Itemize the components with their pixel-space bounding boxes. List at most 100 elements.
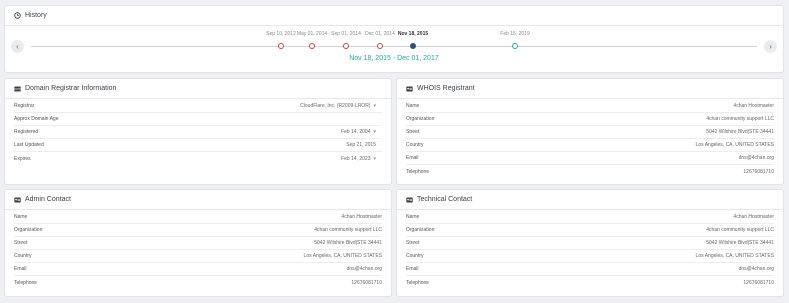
registrar-title: Domain Registrar Information [25,85,117,92]
row-value: 4chan community support LLC [314,227,382,233]
whois-row: Organization 4chan community support LLC [406,113,774,126]
selected-date-range: Nov 18, 2015 - Dec 01, 2017 [349,55,439,62]
admin-row: Name 4chan Hostmaster [14,211,382,224]
caret-down-icon[interactable]: ▾ [373,103,376,109]
admin-row: Email dns@4chan.org [14,263,382,276]
row-value: Feb 14, 2004 [341,129,371,135]
row-value: 4chan Hostmaster [733,103,774,109]
row-label: Registrar [14,103,35,109]
row-value: dns@4chan.org [738,155,774,161]
row-label: Street [14,240,28,246]
row-value: Los Angeles, CA, UNITED STATES [695,142,774,148]
row-label: Name [14,214,28,220]
registrar-row: Expires Feb 14, 2023 ▾ [14,152,382,165]
row-label: Organization [406,227,435,233]
technical-contact-panel: Technical Contact Name 4chan Hostmaster O… [396,189,784,297]
row-label: Street [406,240,420,246]
registrar-row: Registered Feb 14, 2004 ▾ [14,126,382,139]
timeline-date: Sep 10, 2012 [266,31,296,37]
timeline-dot[interactable] [309,43,315,49]
row-value: 5042 Wilshire Blvd|STE 34441 [314,240,382,246]
whois-registrant-panel: WHOIS Registrant Name 4chan Hostmaster Or… [396,78,784,185]
row-value: 12676081710 [743,279,774,286]
admin-header: Admin Contact [5,190,391,210]
row-label: Email [406,155,419,161]
row-label: Telephone [406,279,430,286]
registrar-row: Approx Domain Age [14,113,382,126]
id-card-icon [14,197,21,203]
row-value: Los Angeles, CA, UNITED STATES [303,253,382,259]
whois-row: Name 4chan Hostmaster [406,100,774,113]
admin-contact-panel: Admin Contact Name 4chan Hostmaster Organ… [4,189,392,297]
row-label: Telephone [14,279,38,286]
admin-row: Organization 4chan community support LLC [14,224,382,237]
tech-row: Telephone 12676081710 [406,276,774,289]
history-header: History [5,6,783,26]
row-label: Country [406,142,424,148]
caret-down-icon[interactable]: ▾ [373,129,376,135]
whois-row: Email dns@4chan.org [406,152,774,165]
registrar-panel: Domain Registrar Information Registrar C… [4,78,392,185]
tech-row: Organization 4chan community support LLC [406,224,774,237]
timeline-date: Sep 01, 2014 [331,31,361,37]
row-value: 12676081710 [743,168,774,175]
history-timeline: ‹ › Sep 10, 2012 May 01, 2014 Sep 01, 20… [5,27,783,73]
tech-rows: Name 4chan Hostmaster Organization 4chan c… [397,211,783,289]
row-value: 5042 Wilshire Blvd|STE 34441 [706,129,774,135]
tech-row: Name 4chan Hostmaster [406,211,774,224]
id-card-icon [406,197,413,203]
row-label: Country [406,253,424,259]
registrar-header: Domain Registrar Information [5,79,391,99]
server-icon [14,86,21,92]
row-label: Expires [14,155,31,162]
timeline-next-button[interactable]: › [764,40,777,53]
registrar-rows: Registrar CloudFlare, Inc. (R2009-LROR) ▾… [5,100,391,165]
row-value: dns@4chan.org [738,266,774,272]
history-title: History [25,12,47,19]
admin-title: Admin Contact [25,196,71,203]
row-label: Name [406,214,420,220]
row-value: dns@4chan.org [346,266,382,272]
tech-row: Street 5042 Wilshire Blvd|STE 34441 [406,237,774,250]
timeline-dot[interactable] [343,43,349,49]
admin-rows: Name 4chan Hostmaster Organization 4chan c… [5,211,391,289]
row-label: Organization [14,227,43,233]
tech-row: Country Los Angeles, CA, UNITED STATES [406,250,774,263]
whois-row: Telephone 12676081710 [406,165,774,178]
clock-icon [14,12,21,19]
row-value: 4chan Hostmaster [341,214,382,220]
admin-row: Street 5042 Wilshire Blvd|STE 34441 [14,237,382,250]
timeline-dot-current[interactable] [410,43,416,49]
row-label: Registered [14,129,39,135]
row-value: Sep 21, 2015 [346,142,376,148]
whois-header: WHOIS Registrant [397,79,783,99]
row-label: Organization [406,116,435,122]
id-card-icon [406,86,413,92]
timeline-dot[interactable] [377,43,383,49]
timeline-date-current: Nov 18, 2015 [397,31,429,37]
tech-title: Technical Contact [417,196,473,203]
whois-row: Country Los Angeles, CA, UNITED STATES [406,139,774,152]
whois-row: Street 5042 Wilshire Blvd|STE 34441 [406,126,774,139]
admin-row: Country Los Angeles, CA, UNITED STATES [14,250,382,263]
row-label: Name [406,103,420,109]
history-panel: History ‹ › Sep 10, 2012 May 01, 2014 Se… [4,5,784,73]
caret-down-icon[interactable]: ▾ [373,156,376,162]
row-value: 4chan community support LLC [706,116,774,122]
row-label: Country [14,253,32,259]
row-value: 4chan community support LLC [706,227,774,233]
row-value: Los Angeles, CA, UNITED STATES [695,253,774,259]
whois-rows: Name 4chan Hostmaster Organization 4chan c… [397,100,783,178]
row-label: Telephone [406,168,430,175]
row-value: 12676081710 [351,279,382,286]
admin-row: Telephone 12676081710 [14,276,382,289]
row-value: 4chan Hostmaster [733,214,774,220]
timeline-dot[interactable] [278,43,284,49]
timeline-dot[interactable] [512,43,518,49]
registrar-row: Last Updated Sep 21, 2015 [14,139,382,152]
row-label: Last Updated [14,142,44,148]
whois-title: WHOIS Registrant [417,85,475,92]
timeline-date: Dec 01, 2014 [365,31,395,37]
row-label: Email [406,266,419,272]
timeline-prev-button[interactable]: ‹ [11,40,24,53]
